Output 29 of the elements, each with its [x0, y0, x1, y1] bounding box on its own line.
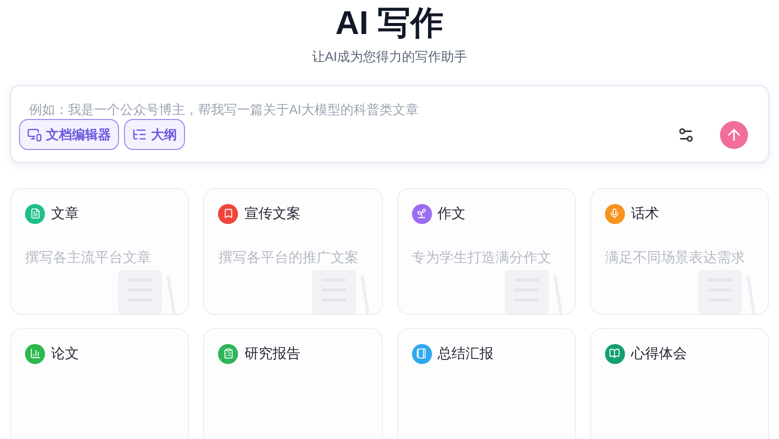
outline-icon: [132, 127, 147, 142]
category-title: 心得体会: [630, 344, 687, 363]
tool-button[interactable]: 大纲: [124, 119, 185, 150]
category-title: 话术: [630, 204, 659, 223]
category-title: 宣传文案: [244, 204, 300, 223]
category-card[interactable]: 文章 撰写各主流平台文章: [10, 188, 190, 315]
category-card[interactable]: 宣传文案 撰写各平台的推广文案: [203, 188, 382, 315]
category-description: 专为学生打造满分作文: [412, 248, 552, 267]
category-title: 研究报告: [244, 344, 300, 363]
page-title: AI 写作: [335, 3, 444, 43]
category-card[interactable]: 心得体会: [590, 328, 769, 439]
devices-icon: [27, 127, 42, 142]
category-title: 总结汇报: [438, 344, 494, 363]
category-description: 满足不同场景表达需求: [604, 248, 746, 267]
prompt-input[interactable]: 例如：我是一个公众号博主，帮我写一篇关于AI大模型的科普类文章: [19, 100, 760, 119]
category-title: 作文: [438, 204, 466, 223]
category-card[interactable]: 话术 满足不同场景表达需求: [590, 188, 769, 315]
category-card[interactable]: 研究报告: [203, 328, 382, 439]
settings-icon[interactable]: [677, 126, 695, 144]
category-title: 文章: [51, 204, 79, 223]
category-description: 撰写各主流平台文章: [25, 248, 152, 267]
category-card[interactable]: 论文: [10, 328, 190, 439]
send-button[interactable]: [720, 120, 748, 148]
category-card[interactable]: 作文 专为学生打造满分作文: [396, 188, 576, 315]
category-title: 论文: [51, 344, 79, 363]
page-subtitle: 让AI成为您得力的写作助手: [312, 48, 468, 66]
tool-button[interactable]: 文档编辑器: [19, 119, 119, 150]
category-description: 撰写各平台的推广文案: [218, 248, 360, 267]
category-card[interactable]: 总结汇报: [396, 328, 576, 439]
